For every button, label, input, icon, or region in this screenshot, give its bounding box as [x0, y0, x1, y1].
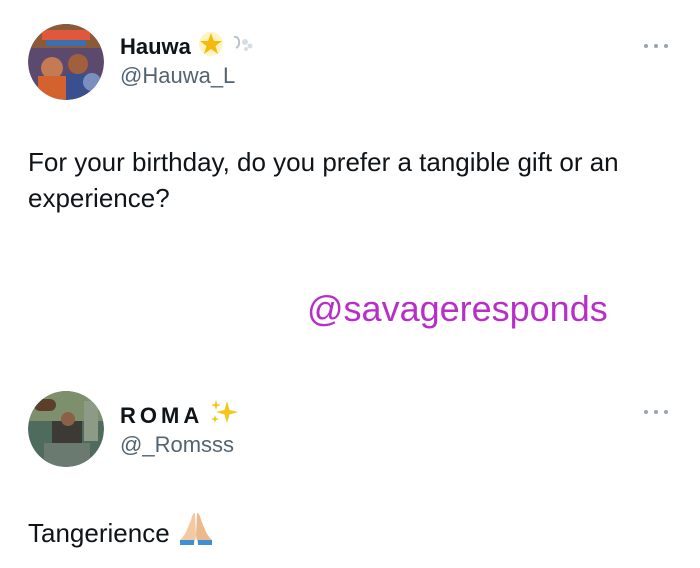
display-name[interactable]: ROMA: [120, 402, 203, 430]
dash-wind-icon: [231, 32, 255, 61]
handle[interactable]: @Hauwa_L: [120, 62, 235, 90]
more-options-icon[interactable]: [644, 407, 668, 417]
post-hauwa: Hauwa @Hauwa_L For your birthday, do you…: [0, 0, 700, 290]
glowing-star-icon: [197, 30, 225, 63]
profile-photo-icon: [28, 391, 104, 467]
folded-hands-icon: [178, 510, 214, 555]
profile-photo-icon: [28, 24, 104, 100]
display-name[interactable]: Hauwa: [120, 33, 191, 61]
avatar-roma[interactable]: [28, 391, 104, 467]
post-text-row: Tangerience: [28, 510, 214, 555]
name-row: ROMA: [120, 399, 239, 432]
avatar-hauwa[interactable]: [28, 24, 104, 100]
more-options-icon[interactable]: [644, 41, 668, 51]
post-text: For your birthday, do you prefer a tangi…: [28, 147, 619, 213]
post-text: Tangerience: [28, 517, 170, 548]
handle[interactable]: @_Romsss: [120, 431, 234, 459]
sparkles-icon: [209, 399, 239, 432]
name-row: Hauwa: [120, 30, 255, 63]
watermark: @savageresponds: [307, 288, 608, 329]
post-roma: ROMA @_Romsss Tangerience: [0, 370, 700, 568]
